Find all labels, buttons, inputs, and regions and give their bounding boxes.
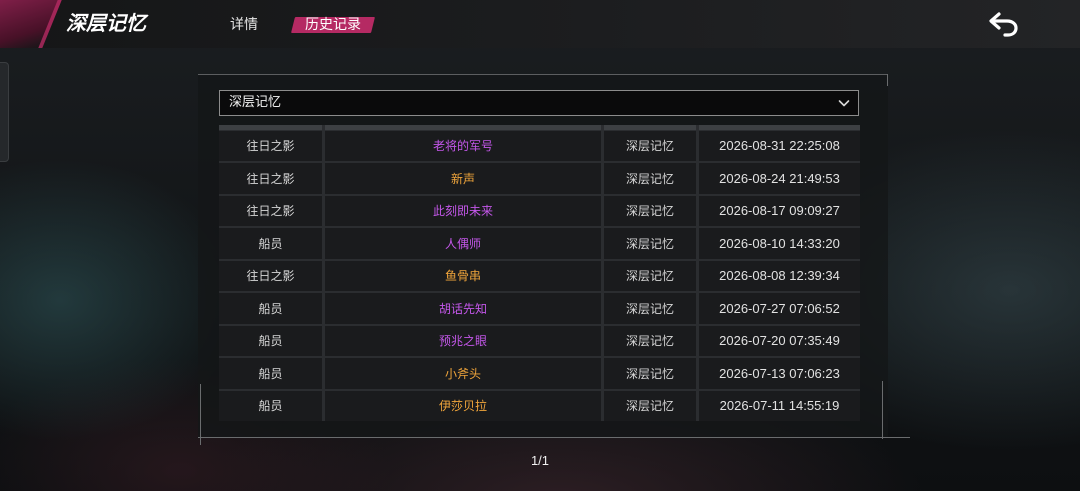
pool-name-cell: 深层记忆 [604, 325, 696, 356]
title-accent-stripe [0, 0, 62, 48]
page-indicator: 1/1 [530, 453, 550, 468]
item-type-cell: 往日之影 [219, 195, 322, 226]
table-row: 往日之影 老将的军号 深层记忆 2026-08-31 22:25:08 [219, 130, 860, 161]
chevron-down-icon [838, 97, 850, 109]
item-type-cell: 船员 [219, 325, 322, 356]
table-row: 往日之影 此刻即未来 深层记忆 2026-08-17 09:09:27 [219, 195, 860, 226]
table-row: 船员 伊莎贝拉 深层记忆 2026-07-11 14:55:19 [219, 390, 860, 421]
table-row: 船员 预兆之眼 深层记忆 2026-07-20 07:35:49 [219, 325, 860, 356]
side-panel-edge [0, 62, 9, 162]
tab-label: 详情 [230, 17, 258, 33]
table-row: 往日之影 新声 深层记忆 2026-08-24 21:49:53 [219, 163, 860, 194]
back-arrow-icon [988, 11, 1020, 37]
item-name-cell: 胡话先知 [325, 293, 601, 324]
item-type-cell: 船员 [219, 390, 322, 421]
item-type-cell: 往日之影 [219, 163, 322, 194]
item-name-cell: 新声 [325, 163, 601, 194]
pool-name-cell: 深层记忆 [604, 195, 696, 226]
pool-name-cell: 深层记忆 [604, 228, 696, 259]
pool-name-cell: 深层记忆 [604, 130, 696, 161]
column-header [325, 125, 601, 130]
item-type-cell: 船员 [219, 358, 322, 389]
page-title: 深层记忆 [66, 11, 146, 35]
pool-filter-value: 深层记忆 [229, 95, 282, 110]
pull-time-cell: 2026-08-17 09:09:27 [699, 195, 860, 226]
pool-filter-dropdown[interactable]: 深层记忆 [219, 90, 859, 116]
item-type-cell: 往日之影 [219, 130, 322, 161]
back-button[interactable] [988, 11, 1020, 37]
column-header [604, 125, 696, 130]
pool-name-cell: 深层记忆 [604, 390, 696, 421]
tab-details[interactable]: 详情 [218, 17, 270, 33]
item-name-cell: 老将的军号 [325, 130, 601, 161]
pool-name-cell: 深层记忆 [604, 163, 696, 194]
pull-time-cell: 2026-07-27 07:06:52 [699, 293, 860, 324]
pull-time-cell: 2026-08-10 14:33:20 [699, 228, 860, 259]
pull-time-cell: 2026-07-11 14:55:19 [699, 390, 860, 421]
pull-time-cell: 2026-08-24 21:49:53 [699, 163, 860, 194]
pull-time-cell: 2026-08-31 22:25:08 [699, 130, 860, 161]
item-name-cell: 预兆之眼 [325, 325, 601, 356]
column-header [219, 125, 322, 130]
item-type-cell: 船员 [219, 293, 322, 324]
panel-frame-line [198, 437, 910, 438]
item-name-cell: 小斧头 [325, 358, 601, 389]
top-bar: 深层记忆 详情 历史记录 [0, 0, 1080, 48]
item-name-cell: 人偶师 [325, 228, 601, 259]
item-name-cell: 鱼骨串 [325, 260, 601, 291]
item-name-cell: 伊莎贝拉 [325, 390, 601, 421]
panel-frame-line [200, 384, 201, 445]
panel-frame-line [882, 381, 883, 439]
pool-name-cell: 深层记忆 [604, 358, 696, 389]
pool-name-cell: 深层记忆 [604, 260, 696, 291]
table-row: 船员 人偶师 深层记忆 2026-08-10 14:33:20 [219, 228, 860, 259]
pull-time-cell: 2026-07-13 07:06:23 [699, 358, 860, 389]
pull-time-cell: 2026-08-08 12:39:34 [699, 260, 860, 291]
table-header-row [219, 125, 860, 130]
table-body: 往日之影 老将的军号 深层记忆 2026-08-31 22:25:08 往日之影… [219, 130, 860, 424]
pool-name-cell: 深层记忆 [604, 293, 696, 324]
item-type-cell: 船员 [219, 228, 322, 259]
tab-label: 历史记录 [305, 17, 361, 33]
tab-history[interactable]: 历史记录 [293, 17, 373, 33]
panel-frame-line [887, 74, 888, 86]
item-name-cell: 此刻即未来 [325, 195, 601, 226]
item-type-cell: 往日之影 [219, 260, 322, 291]
table-row: 船员 胡话先知 深层记忆 2026-07-27 07:06:52 [219, 293, 860, 324]
pull-time-cell: 2026-07-20 07:35:49 [699, 325, 860, 356]
table-row: 往日之影 鱼骨串 深层记忆 2026-08-08 12:39:34 [219, 260, 860, 291]
table-row: 船员 小斧头 深层记忆 2026-07-13 07:06:23 [219, 358, 860, 389]
column-header [699, 125, 860, 130]
